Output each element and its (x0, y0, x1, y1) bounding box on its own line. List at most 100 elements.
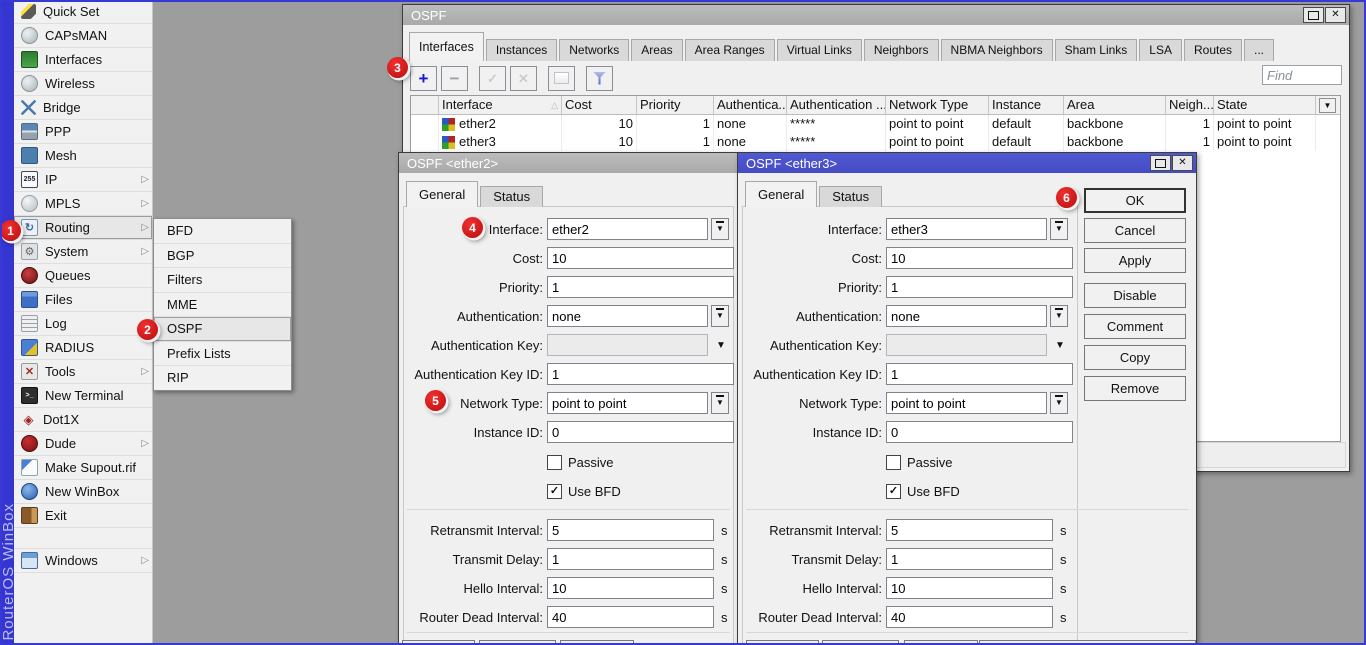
sidebar-item-routing[interactable]: ↻Routing▷ (14, 216, 152, 240)
field-input-router-dead-interval[interactable] (886, 606, 1053, 628)
sidebar-item-mesh[interactable]: Mesh (14, 144, 152, 168)
tab-sham-links[interactable]: Sham Links (1055, 39, 1138, 61)
column-header-neigh[interactable]: Neigh... (1166, 96, 1214, 114)
field-input-authentication[interactable] (547, 305, 708, 327)
column-header-instance[interactable]: Instance (989, 96, 1064, 114)
tab-item[interactable]: ... (1244, 39, 1274, 61)
sidebar-item-ppp[interactable]: PPP (14, 120, 152, 144)
field-input-interface[interactable] (886, 218, 1047, 240)
ok-button[interactable]: OK (1084, 188, 1186, 213)
dropdown-button[interactable]: ▼ (711, 392, 729, 414)
submenu-item-bfd[interactable]: BFD (154, 219, 291, 244)
field-input-authentication-key-id[interactable] (547, 363, 734, 385)
field-input-network-type[interactable] (886, 392, 1047, 414)
column-menu-button[interactable]: ▼ (1319, 98, 1336, 113)
dropdown-button[interactable]: ▼ (1050, 392, 1068, 414)
field-input-hello-interval[interactable] (886, 577, 1053, 599)
field-input-hello-interval[interactable] (547, 577, 714, 599)
field-input-priority[interactable] (547, 276, 734, 298)
tab-lsa[interactable]: LSA (1139, 39, 1182, 61)
ospf-window-titlebar[interactable]: OSPF ✕ (403, 5, 1349, 25)
column-header-priority[interactable]: Priority (637, 96, 714, 114)
tab-instances[interactable]: Instances (486, 39, 557, 61)
tab-general[interactable]: General (745, 181, 817, 207)
checkbox-use-bfd[interactable]: ✓ (886, 484, 901, 499)
field-input-cost[interactable] (886, 247, 1073, 269)
find-input[interactable] (1262, 65, 1342, 85)
tab-networks[interactable]: Networks (559, 39, 629, 61)
column-header-network-type[interactable]: Network Type (886, 96, 989, 114)
sidebar-item-bridge[interactable]: Bridge (14, 96, 152, 120)
filter-button[interactable] (586, 66, 613, 91)
tab-neighbors[interactable]: Neighbors (864, 39, 939, 61)
tab-status[interactable]: Status (819, 186, 882, 207)
dropdown-button[interactable]: ▼ (1050, 218, 1068, 240)
sidebar-item-dot1x[interactable]: ◈Dot1X (14, 408, 152, 432)
apply-button[interactable]: Apply (1084, 248, 1186, 273)
tab-interfaces[interactable]: Interfaces (409, 32, 484, 61)
field-input-cost[interactable] (547, 247, 734, 269)
column-header-interface[interactable]: Interface△ (439, 96, 562, 114)
tab-virtual-links[interactable]: Virtual Links (777, 39, 862, 61)
checkbox-passive[interactable] (547, 455, 562, 470)
field-input-transmit-delay[interactable] (886, 548, 1053, 570)
sidebar-item-quick-set[interactable]: Quick Set (14, 0, 152, 24)
tab-general[interactable]: General (406, 181, 478, 207)
field-input-transmit-delay[interactable] (547, 548, 714, 570)
sidebar-item-dude[interactable]: Dude▷ (14, 432, 152, 456)
cancel-button[interactable]: Cancel (1084, 218, 1186, 243)
column-header-area[interactable]: Area (1064, 96, 1166, 114)
checkbox-use-bfd[interactable]: ✓ (547, 484, 562, 499)
field-input-retransmit-interval[interactable] (547, 519, 714, 541)
tab-routes[interactable]: Routes (1184, 39, 1242, 61)
dropdown-button[interactable]: ▼ (711, 305, 729, 327)
close-button[interactable]: ✕ (1172, 155, 1193, 171)
field-input-interface[interactable] (547, 218, 708, 240)
sidebar-item-interfaces[interactable]: Interfaces (14, 48, 152, 72)
field-input-retransmit-interval[interactable] (886, 519, 1053, 541)
sidebar-item-log[interactable]: Log (14, 312, 152, 336)
copy-button[interactable]: Copy (1084, 345, 1186, 370)
dropdown-button[interactable]: ▼ (711, 218, 729, 240)
submenu-item-ospf[interactable]: OSPF (154, 317, 291, 342)
field-input-instance-id[interactable] (886, 421, 1073, 443)
sidebar-item-wireless[interactable]: Wireless (14, 72, 152, 96)
column-header-cost[interactable]: Cost (562, 96, 637, 114)
tab-nbma-neighbors[interactable]: NBMA Neighbors (941, 39, 1053, 61)
tab-areas[interactable]: Areas (631, 39, 682, 61)
sidebar-item-files[interactable]: Files (14, 288, 152, 312)
sidebar-item-mpls[interactable]: MPLS▷ (14, 192, 152, 216)
table-row-ether3[interactable]: ether3101none*****point to pointdefaultb… (411, 133, 1340, 151)
column-header-authentication[interactable]: Authentication ... (787, 96, 886, 114)
dialog-titlebar[interactable]: OSPF <ether2> (399, 153, 738, 173)
maximize-button[interactable] (1303, 7, 1324, 23)
sidebar-item-tools[interactable]: ✕Tools▷ (14, 360, 152, 384)
add-button[interactable]: + (410, 66, 437, 91)
sidebar-item-radius[interactable]: RADIUS (14, 336, 152, 360)
sidebar-item-ip[interactable]: 255IP▷ (14, 168, 152, 192)
submenu-item-prefix-lists[interactable]: Prefix Lists (154, 342, 291, 367)
maximize-button[interactable] (1150, 155, 1171, 171)
submenu-item-bgp[interactable]: BGP (154, 244, 291, 269)
dialog-titlebar[interactable]: OSPF <ether3>✕ (738, 153, 1196, 173)
dropdown-button[interactable]: ▼ (1050, 305, 1068, 327)
sidebar-item-exit[interactable]: Exit (14, 504, 152, 528)
column-header-authentica[interactable]: Authentica... (714, 96, 787, 114)
field-input-network-type[interactable] (547, 392, 708, 414)
sidebar-item-capsman[interactable]: CAPsMAN (14, 24, 152, 48)
tab-area-ranges[interactable]: Area Ranges (685, 39, 775, 61)
sidebar-item-new-terminal[interactable]: >_New Terminal (14, 384, 152, 408)
remove-button[interactable]: Remove (1084, 376, 1186, 401)
field-input-authentication[interactable] (886, 305, 1047, 327)
sidebar-item-queues[interactable]: Queues (14, 264, 152, 288)
sidebar-item-make-supout-rif[interactable]: Make Supout.rif (14, 456, 152, 480)
sidebar-item-system[interactable]: ⚙System▷ (14, 240, 152, 264)
table-row-ether2[interactable]: ether2101none*****point to pointdefaultb… (411, 115, 1340, 133)
disable-button[interactable]: Disable (1084, 283, 1186, 308)
field-input-router-dead-interval[interactable] (547, 606, 714, 628)
field-input-authentication-key-id[interactable] (886, 363, 1073, 385)
sidebar-item-new-winbox[interactable]: New WinBox (14, 480, 152, 504)
submenu-item-mme[interactable]: MME (154, 293, 291, 318)
field-input-instance-id[interactable] (547, 421, 734, 443)
comment-button[interactable]: Comment (1084, 314, 1186, 339)
